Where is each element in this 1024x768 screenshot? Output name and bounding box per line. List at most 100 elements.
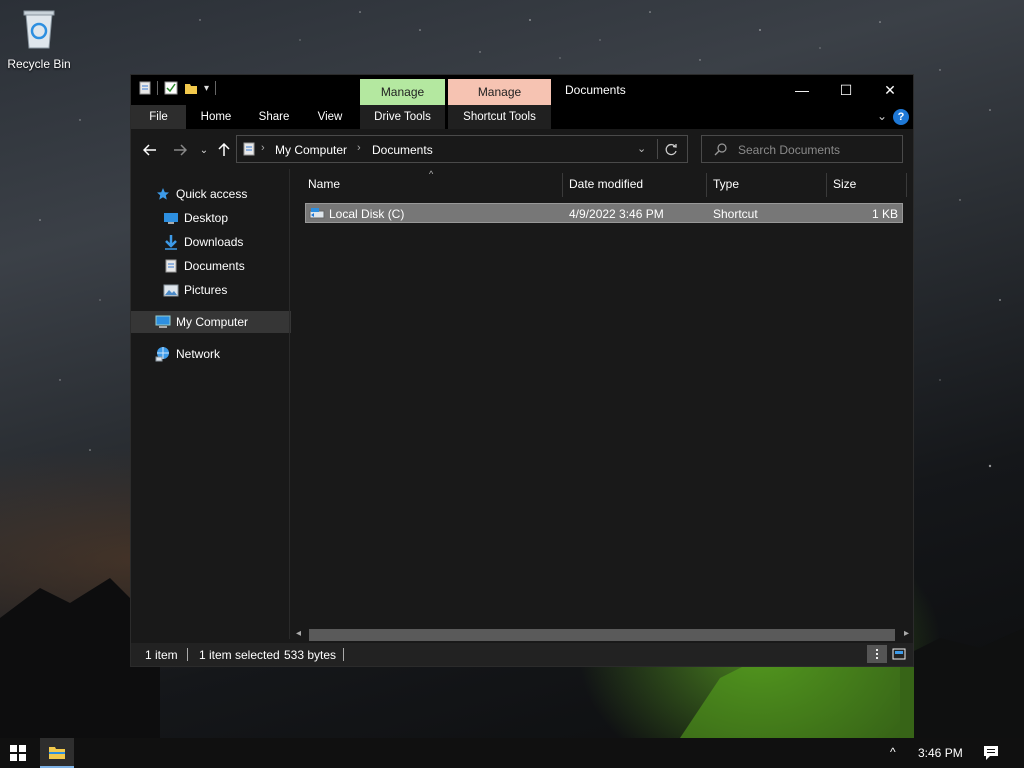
qat-dropdown-icon[interactable]: ▾ [204,83,209,94]
tab-share[interactable]: Share [249,105,299,129]
new-folder-icon[interactable] [184,81,198,95]
status-selected: 1 item selected [199,648,280,662]
status-divider [343,648,344,661]
refresh-icon[interactable] [665,143,678,156]
file-date-modified: 4/9/2022 3:46 PM [569,207,664,221]
column-header-name[interactable]: Name [308,169,340,199]
scrollbar-thumb[interactable] [309,629,895,641]
search-input[interactable] [736,141,900,159]
nav-downloads-label: Downloads [184,235,244,249]
file-size: 1 KB [871,207,898,221]
nav-network[interactable]: Network [131,343,311,365]
details-view-icon [876,649,878,659]
recycle-bin-icon [23,10,55,49]
breadcrumb-separator-icon: › [261,142,265,154]
column-header-size[interactable]: Size [833,169,856,199]
window-title: Documents [565,83,626,97]
breadcrumb-separator-icon: › [357,142,361,154]
file-list: ^ Name Date modified Type Size Local Dis… [291,169,913,625]
forward-button[interactable] [169,139,191,161]
status-divider [187,648,188,661]
search-box[interactable] [701,135,903,163]
arrow-left-icon [143,144,156,156]
navigation-bar: ⌄ › My Computer › Documents ⌄ [131,129,913,169]
qat-separator [157,81,158,95]
file-type: Shortcut [713,207,758,221]
document-icon [163,258,179,274]
qat-separator [215,81,217,95]
star-icon [155,186,171,202]
status-bar: 1 item 1 item selected 533 bytes [131,643,913,666]
taskbar-clock[interactable]: 3:46 PM [918,746,963,760]
properties-icon[interactable] [139,81,151,95]
ribbon-tabs: File Home Share View Drive Tools Shortcu… [131,105,913,129]
quick-access-toolbar: ▾ [139,81,217,95]
back-button[interactable] [139,139,161,161]
start-button[interactable] [0,738,36,768]
recent-locations-chevron-icon[interactable]: ⌄ [193,139,215,161]
nav-quick-access-label: Quick access [176,187,248,201]
large-icons-view-button[interactable] [889,645,909,663]
sort-ascending-icon: ^ [429,169,434,179]
column-divider[interactable] [562,173,563,197]
arrow-up-icon [218,143,230,156]
up-button[interactable] [213,139,235,161]
tab-file[interactable]: File [131,105,186,129]
column-divider[interactable] [706,173,707,197]
file-explorer-window: ▾ Manage Manage Documents — ☐ ✕ File Hom… [130,74,914,667]
status-item-count: 1 item [145,648,178,662]
breadcrumb-my-computer[interactable]: My Computer [275,143,347,157]
nav-quick-access[interactable]: Quick access [131,183,311,205]
nav-desktop-label: Desktop [184,211,229,225]
recycle-bin-desktop-icon[interactable]: Recycle Bin [6,8,72,71]
desktop-icon [163,210,179,226]
tab-view[interactable]: View [305,105,355,129]
action-center-icon[interactable] [982,744,1000,762]
navigation-pane: Quick access Desktop 📌 Downloads 📌 Docum… [131,169,317,639]
column-header-type[interactable]: Type [713,169,739,199]
tab-drive-tools[interactable]: Drive Tools [360,105,445,129]
address-divider [657,139,658,159]
documents-location-icon [243,142,255,156]
download-arrow-icon [163,234,179,250]
column-divider[interactable] [826,173,827,197]
breadcrumb-documents[interactable]: Documents [372,143,433,157]
file-explorer-folder-icon [49,746,65,759]
help-icon[interactable]: ? [893,109,909,125]
checklist-icon[interactable] [164,81,178,95]
tab-shortcut-tools[interactable]: Shortcut Tools [448,105,551,129]
windows-logo-icon [10,745,26,761]
nav-my-computer[interactable]: My Computer [131,311,311,333]
pane-splitter[interactable] [289,169,290,639]
table-row[interactable]: Local Disk (C) 4/9/2022 3:46 PM Shortcut… [305,203,903,223]
nav-documents-label: Documents [184,259,245,273]
details-view-button[interactable] [867,645,887,663]
horizontal-scrollbar[interactable]: ◂ ▸ [291,627,913,643]
column-divider[interactable] [906,173,907,197]
column-header-date-modified[interactable]: Date modified [569,169,643,199]
taskbar-file-explorer-button[interactable] [40,738,74,768]
search-icon [714,143,727,156]
nav-network-label: Network [176,347,221,361]
tab-home[interactable]: Home [191,105,241,129]
address-bar[interactable]: › My Computer › Documents ⌄ [236,135,688,163]
minimize-button[interactable]: — [779,75,825,105]
scroll-left-arrow-icon[interactable]: ◂ [296,628,301,639]
nav-my-computer-label: My Computer [176,315,249,329]
status-size: 533 bytes [284,648,337,662]
context-tab-manage-drive[interactable]: Manage [360,79,445,105]
maximize-button[interactable]: ☐ [823,75,869,105]
taskbar: ^ 3:46 PM [0,738,1024,768]
scroll-right-arrow-icon[interactable]: ▸ [904,628,909,639]
address-dropdown-chevron-icon[interactable]: ⌄ [637,142,646,155]
arrow-right-icon [174,144,187,156]
network-icon [155,346,171,362]
show-hidden-icons-chevron-icon[interactable]: ^ [890,745,896,759]
expand-ribbon-chevron-icon[interactable]: ⌄ [877,109,887,123]
title-bar: ▾ Manage Manage Documents — ☐ ✕ [131,75,913,105]
nav-pictures-label: Pictures [184,283,228,297]
close-button[interactable]: ✕ [867,75,913,105]
computer-icon [155,314,171,330]
large-icons-view-icon [892,648,906,660]
context-tab-manage-shortcut[interactable]: Manage [448,79,551,105]
